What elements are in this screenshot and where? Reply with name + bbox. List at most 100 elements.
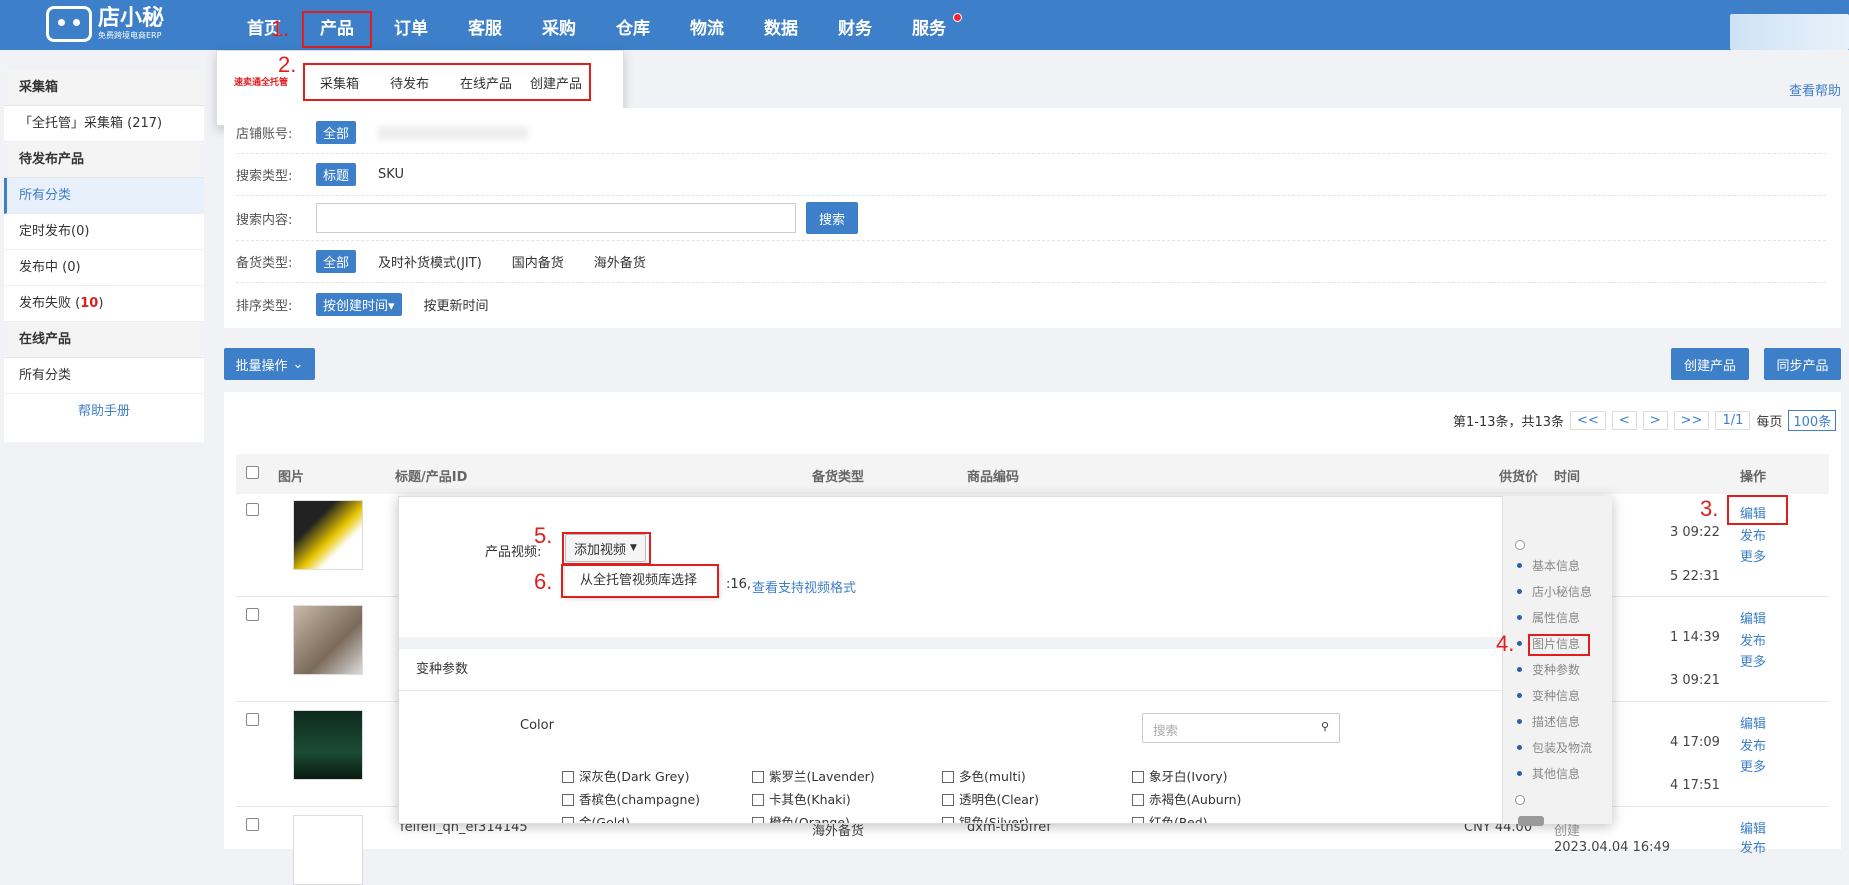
nav-finance[interactable]: 财务 xyxy=(838,0,872,50)
sort-updated[interactable]: 按更新时间 xyxy=(424,295,489,314)
anchor-item[interactable]: 基本信息 xyxy=(1532,557,1580,574)
checkbox[interactable] xyxy=(942,817,954,823)
search-icon[interactable]: ⚲ xyxy=(1321,720,1329,733)
anchor-item[interactable]: 属性信息 xyxy=(1532,609,1580,626)
search-input[interactable] xyxy=(316,203,796,233)
page-last[interactable]: >> xyxy=(1673,411,1710,430)
nav-data[interactable]: 数据 xyxy=(764,0,798,50)
nav-warehouse[interactable]: 仓库 xyxy=(616,0,650,50)
color-checkbox-option[interactable]: 橙色(Orange) xyxy=(752,812,850,823)
product-thumbnail[interactable] xyxy=(293,710,363,780)
checkbox[interactable] xyxy=(562,817,574,823)
color-search-input[interactable]: 搜索 ⚲ xyxy=(1142,713,1340,743)
nav-purchase[interactable]: 采购 xyxy=(542,0,576,50)
shop-all-tag[interactable]: 全部 xyxy=(316,121,357,144)
more-link[interactable]: 更多 xyxy=(1740,756,1766,775)
help-link[interactable]: 查看帮助 xyxy=(1789,80,1841,99)
sync-product-button[interactable]: 同步产品 xyxy=(1764,348,1841,380)
anchor-item[interactable]: 其他信息 xyxy=(1532,765,1580,782)
more-link[interactable]: 更多 xyxy=(1740,546,1766,565)
anchor-item[interactable]: 包装及物流 xyxy=(1532,739,1592,756)
checkbox[interactable] xyxy=(562,794,574,806)
product-thumbnail[interactable] xyxy=(293,605,363,675)
sidebar-item-scheduled[interactable]: 定时发布(0) xyxy=(4,214,204,250)
page-number[interactable]: 1/1 xyxy=(1715,411,1751,430)
select-all-checkbox[interactable] xyxy=(246,466,259,479)
publish-link[interactable]: 发布 xyxy=(1740,735,1766,754)
checkbox[interactable] xyxy=(752,794,764,806)
sort-created[interactable]: 按创建时间▾ xyxy=(316,292,402,316)
nav-services[interactable]: 服务 xyxy=(912,0,946,50)
row-checkbox[interactable] xyxy=(246,608,259,621)
color-checkbox-option[interactable]: 象牙白(Ivory) xyxy=(1132,766,1228,785)
anchor-item[interactable]: 变种参数 xyxy=(1532,661,1580,678)
color-checkbox-option[interactable]: 香槟色(champagne) xyxy=(562,789,700,808)
stock-domestic[interactable]: 国内备货 xyxy=(512,252,564,271)
sidebar-item-managed-collection[interactable]: 「全托管」采集箱 (217) xyxy=(4,106,204,142)
color-checkbox-option[interactable]: 金(Gold) xyxy=(562,812,630,823)
product-thumbnail[interactable] xyxy=(293,815,363,885)
color-checkbox-option[interactable]: 赤褐色(Auburn) xyxy=(1132,789,1241,808)
anchor-item[interactable]: 店小秘信息 xyxy=(1532,583,1592,600)
page-next[interactable]: > xyxy=(1642,411,1668,430)
stock-jit[interactable]: 及时补货模式(JIT) xyxy=(378,252,482,271)
checkbox[interactable] xyxy=(1132,817,1144,823)
back-to-top-icon[interactable] xyxy=(1518,816,1544,826)
sidebar-item-publishing[interactable]: 发布中 (0) xyxy=(4,250,204,286)
color-option-label: 象牙白(Ivory) xyxy=(1149,769,1228,784)
failed-end: ) xyxy=(98,296,104,311)
checkbox[interactable] xyxy=(1132,771,1144,783)
stock-all-tag[interactable]: 全部 xyxy=(316,250,357,273)
filter-search-type-row: 搜索类型: 标题 SKU xyxy=(236,154,1826,196)
nav-service[interactable]: 客服 xyxy=(468,0,502,50)
checkbox[interactable] xyxy=(942,771,954,783)
sidebar-item-all-categories[interactable]: 所有分类 xyxy=(4,178,204,214)
color-checkbox-option[interactable]: 紫罗兰(Lavender) xyxy=(752,766,875,785)
stock-overseas[interactable]: 海外备货 xyxy=(594,252,646,271)
checkbox[interactable] xyxy=(752,817,764,823)
color-checkbox-option[interactable]: 深灰色(Dark Grey) xyxy=(562,766,690,785)
nav-logistics[interactable]: 物流 xyxy=(690,0,724,50)
row-checkbox[interactable] xyxy=(246,503,259,516)
product-thumbnail[interactable] xyxy=(293,500,363,570)
more-link[interactable]: 更多 xyxy=(1740,651,1766,670)
checkbox[interactable] xyxy=(942,794,954,806)
anchor-top-ring[interactable] xyxy=(1515,540,1525,550)
search-button[interactable]: 搜索 xyxy=(806,202,858,234)
color-option-label: 透明色(Clear) xyxy=(959,792,1039,807)
row-checkbox[interactable] xyxy=(246,713,259,726)
row-checkbox[interactable] xyxy=(246,818,259,831)
sidebar-item-online-all[interactable]: 所有分类 xyxy=(4,358,204,394)
edit-link[interactable]: 编辑 xyxy=(1740,713,1766,732)
color-checkbox-option[interactable]: 卡其色(Khaki) xyxy=(752,789,851,808)
app-logo[interactable]: 店小秘 免费跨境电商ERP xyxy=(46,6,164,42)
color-checkbox-option[interactable]: 红色(Red) xyxy=(1132,812,1208,823)
color-checkbox-option[interactable]: 透明色(Clear) xyxy=(942,789,1039,808)
checkbox[interactable] xyxy=(562,771,574,783)
nav-orders[interactable]: 订单 xyxy=(394,0,428,50)
create-product-button[interactable]: 创建产品 xyxy=(1671,348,1749,380)
user-account-area[interactable] xyxy=(1730,14,1849,50)
anchor-dot xyxy=(1517,615,1522,620)
color-checkbox-option[interactable]: 银色(Silver) xyxy=(942,812,1029,823)
page-first[interactable]: << xyxy=(1570,411,1606,430)
search-type-sku[interactable]: SKU xyxy=(378,167,404,182)
anchor-bottom-ring[interactable] xyxy=(1515,795,1525,805)
anchor-item[interactable]: 描述信息 xyxy=(1532,713,1580,730)
sidebar-item-failed[interactable]: 发布失败 (10) xyxy=(4,286,204,322)
edit-link[interactable]: 编辑 xyxy=(1740,818,1766,837)
color-checkbox-option[interactable]: 多色(multi) xyxy=(942,766,1026,785)
batch-operations-button[interactable]: 批量操作 ⌄ xyxy=(224,348,315,380)
anchor-item[interactable]: 变种信息 xyxy=(1532,687,1580,704)
checkbox[interactable] xyxy=(1132,794,1144,806)
per-page-select[interactable]: 100条 xyxy=(1788,410,1837,431)
checkbox[interactable] xyxy=(752,771,764,783)
publish-link[interactable]: 发布 xyxy=(1740,837,1766,856)
publish-link[interactable]: 发布 xyxy=(1740,630,1766,649)
edit-link[interactable]: 编辑 xyxy=(1740,608,1766,627)
video-format-link[interactable]: 查看支持视频格式 xyxy=(752,577,856,596)
help-manual-link[interactable]: 帮助手册 xyxy=(4,394,204,430)
publish-link[interactable]: 发布 xyxy=(1740,525,1766,544)
search-type-title[interactable]: 标题 xyxy=(316,163,357,186)
page-prev[interactable]: < xyxy=(1611,411,1637,430)
